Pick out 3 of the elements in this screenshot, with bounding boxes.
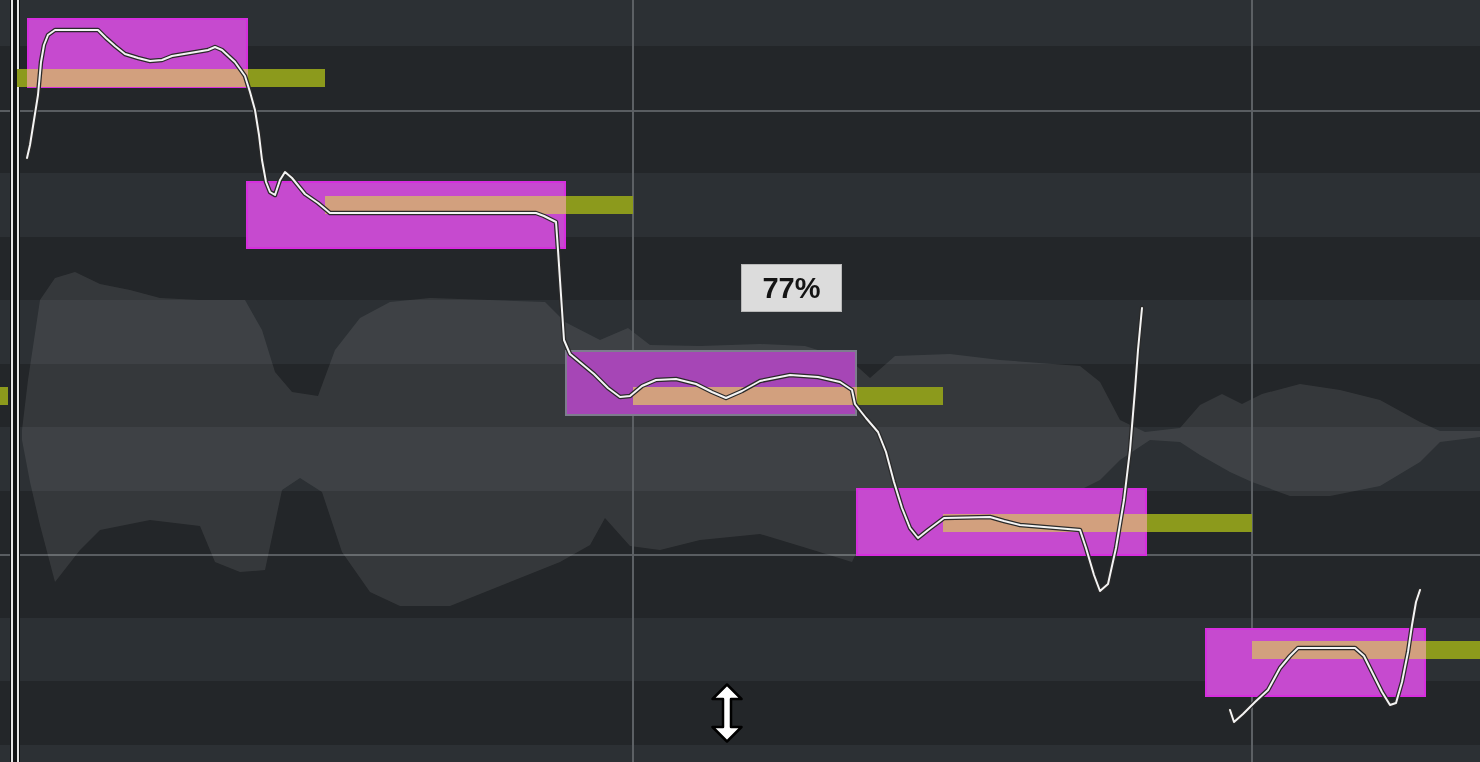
percent-label: 77% <box>741 264 842 312</box>
double-arrow-cursor-icon <box>711 683 743 743</box>
pitch-bar <box>0 387 8 405</box>
